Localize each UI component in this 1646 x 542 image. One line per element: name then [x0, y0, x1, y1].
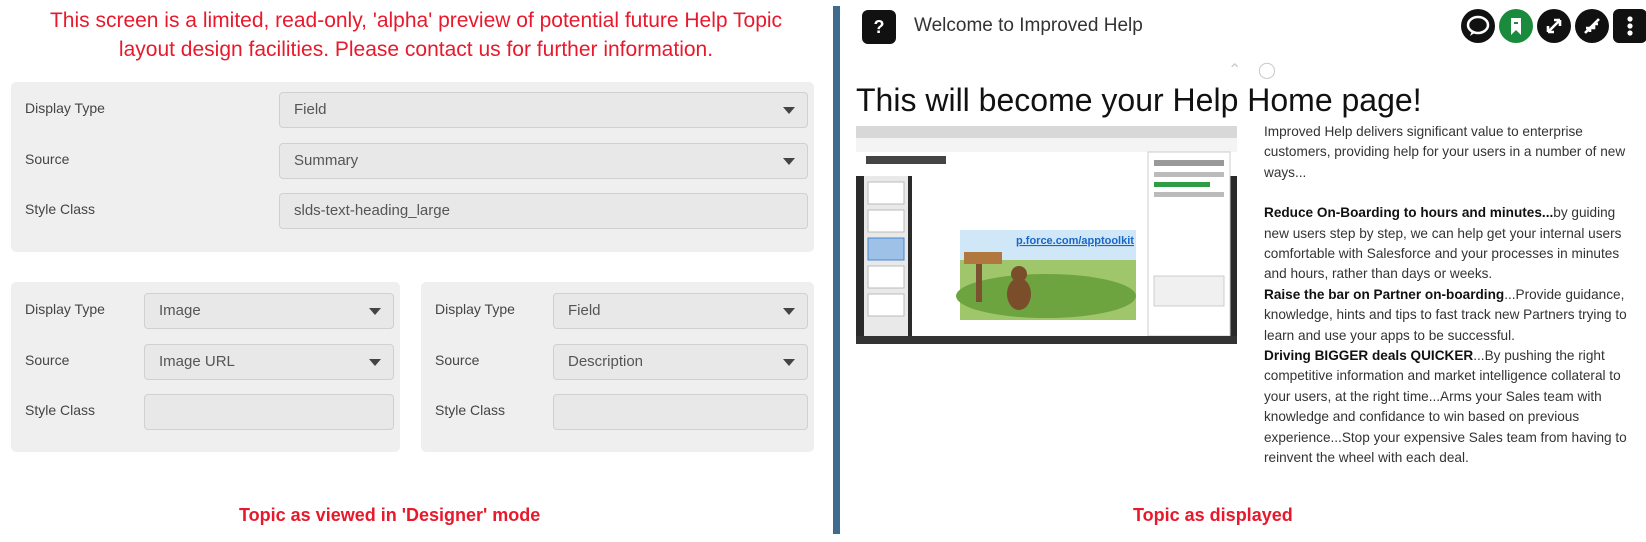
displayed-caption: Topic as displayed: [1133, 505, 1293, 525]
intro-paragraph: Improved Help delivers significant value…: [1264, 124, 1626, 180]
benefit-partner: Raise the bar on Partner on-boarding...P…: [1264, 285, 1642, 346]
description-field-card: Display Type Field Source Description St…: [421, 282, 814, 452]
source-label: Source: [25, 352, 70, 368]
displayed-topic-pane: ? Welcome to Improved Help ⌃ ◯ This will…: [840, 0, 1646, 542]
source-label: Source: [435, 352, 480, 368]
style-class-label: Style Class: [25, 402, 96, 418]
eye-icon[interactable]: ◯: [1258, 60, 1276, 80]
benefit-deals-text: ...By pushing the right competitive info…: [1264, 348, 1627, 466]
style-class-input[interactable]: slds-text-heading_large: [279, 193, 808, 229]
display-type-select[interactable]: Image: [144, 293, 394, 329]
style-class-input[interactable]: [144, 394, 394, 430]
designer-pane: This screen is a limited, read-only, 'al…: [0, 0, 832, 542]
alpha-notice-line-1: This screen is a limited, read-only, 'al…: [49, 9, 783, 32]
topic-description: Improved Help delivers significant value…: [1264, 122, 1642, 490]
source-select[interactable]: Description: [553, 344, 808, 380]
benefit-deals: Driving BIGGER deals QUICKER...By pushin…: [1264, 346, 1642, 468]
source-label: Source: [25, 151, 70, 167]
source-value: Summary: [294, 152, 359, 169]
source-select[interactable]: Summary: [279, 143, 808, 179]
display-type-label: Display Type: [435, 301, 515, 317]
chevron-down-icon: [783, 158, 795, 165]
style-class-value: slds-text-heading_large: [294, 202, 450, 219]
home-page-title: This will become your Help Home page!: [856, 82, 1422, 118]
style-class-input[interactable]: [553, 394, 808, 430]
image-field-card: Display Type Image Source Image URL Styl…: [11, 282, 400, 452]
display-type-select[interactable]: Field: [279, 92, 808, 128]
chevron-down-icon: [783, 308, 795, 315]
display-type-value: Field: [294, 101, 327, 118]
alpha-notice: This screen is a limited, read-only, 'al…: [0, 6, 832, 64]
designer-caption: Topic as viewed in 'Designer' mode: [239, 505, 541, 525]
source-value: Image URL: [159, 353, 235, 370]
alpha-notice-line-2: layout design facilities. Please contact…: [118, 38, 714, 61]
chevron-down-icon: [369, 308, 381, 315]
screenshot-link: p.force.com/apptoolkit: [1016, 235, 1134, 247]
chat-icon[interactable]: [1461, 9, 1495, 43]
display-type-label: Display Type: [25, 100, 105, 116]
source-value: Description: [568, 353, 644, 370]
pane-divider: [833, 6, 840, 534]
display-type-value: Image: [159, 302, 201, 319]
display-type-value: Field: [568, 302, 601, 319]
help-button[interactable]: ?: [862, 10, 896, 44]
chevron-down-icon: [783, 359, 795, 366]
collapse-icon[interactable]: [1575, 9, 1609, 43]
source-select[interactable]: Image URL: [144, 344, 394, 380]
tutorial-screenshot-image: p.force.com/apptoolkit: [856, 126, 1237, 344]
window-title: Welcome to Improved Help: [914, 15, 1143, 36]
benefit-partner-heading: Raise the bar on Partner on-boarding: [1264, 286, 1505, 302]
expand-icon[interactable]: [1537, 9, 1571, 43]
display-type-select[interactable]: Field: [553, 293, 808, 329]
benefit-onboarding: Reduce On-Boarding to hours and minutes.…: [1264, 203, 1642, 285]
style-class-label: Style Class: [435, 402, 506, 418]
more-vertical-icon[interactable]: [1613, 9, 1646, 43]
benefit-deals-heading: Driving BIGGER deals QUICKER: [1264, 348, 1474, 364]
chevron-down-icon: [783, 107, 795, 114]
display-type-label: Display Type: [25, 301, 105, 317]
chevron-down-icon: [369, 359, 381, 366]
style-class-label: Style Class: [25, 201, 96, 217]
bookmark-icon[interactable]: [1499, 9, 1533, 43]
benefit-onboarding-heading: Reduce On-Boarding to hours and minutes.…: [1264, 205, 1554, 221]
summary-field-card: Display Type Field Source Summary Style …: [11, 82, 814, 252]
chevron-up-icon[interactable]: ⌃: [1228, 60, 1241, 80]
